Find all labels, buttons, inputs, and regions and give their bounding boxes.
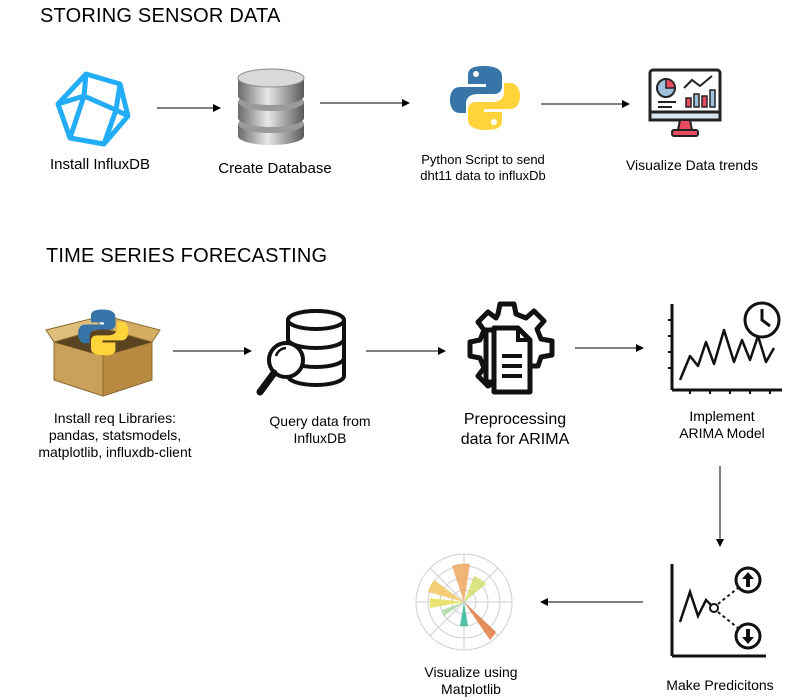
- polar-chart-icon: [415, 553, 513, 651]
- influxdb-icon: [55, 71, 131, 147]
- database-search-icon: [256, 309, 346, 396]
- step-label-create-database: Create Database: [218, 160, 332, 177]
- python-icon: [450, 66, 520, 130]
- step-label-visualize-trends: Visualize Data trends: [625, 157, 759, 173]
- python-package-icon: [45, 309, 161, 397]
- prediction-chart-icon: [670, 564, 766, 658]
- time-series-chart-icon: [668, 301, 782, 394]
- step-label-query-data: Query data from InfluxDB: [269, 413, 371, 446]
- step-label-visualize-matplotlib: Visualize using Matplotlib: [424, 664, 518, 697]
- step-label-implement-arima: Implement ARIMA Model: [679, 408, 765, 441]
- database-icon: [237, 68, 305, 145]
- step-label-install-influxdb: Install InfluxDB: [49, 156, 151, 173]
- step-label-install-libraries: Install req Libraries: pandas, statsmode…: [38, 410, 192, 460]
- dashboard-monitor-icon: [648, 68, 722, 137]
- step-label-make-predictions: Make Predicitons: [666, 677, 774, 693]
- step-label-python-script: Python Script to send dht11 data to infl…: [420, 152, 546, 183]
- step-label-preprocessing: Preprocessing data for ARIMA: [460, 411, 570, 448]
- gear-document-icon: [467, 301, 555, 395]
